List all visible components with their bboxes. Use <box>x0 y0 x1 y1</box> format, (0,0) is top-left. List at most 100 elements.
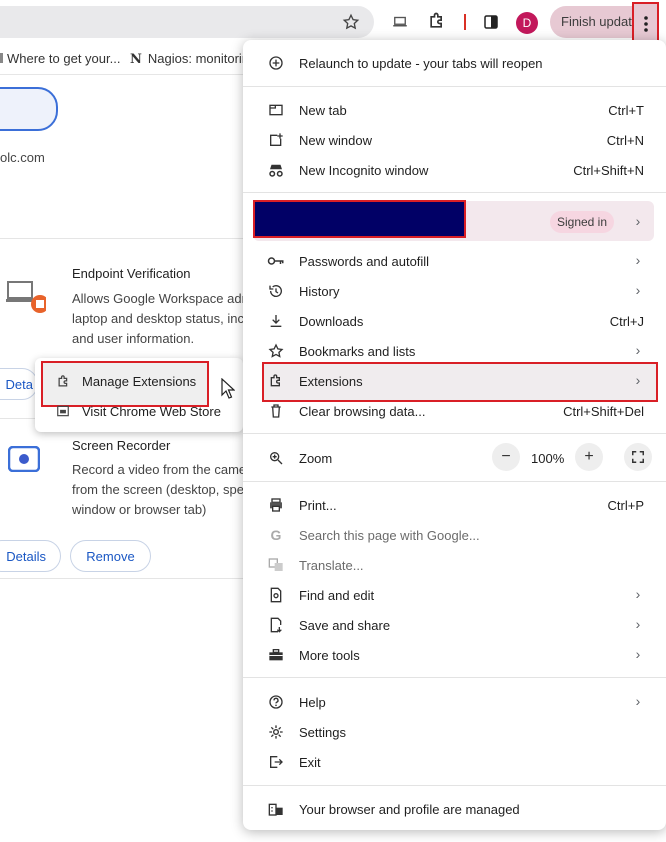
toolbar-divider <box>464 14 466 30</box>
settings-item[interactable]: Settings <box>299 725 346 740</box>
google-g-icon: G <box>270 527 282 543</box>
relaunch-item[interactable]: Relaunch to update - your tabs will reop… <box>299 56 543 71</box>
download-icon <box>267 312 285 330</box>
bookmark-star-icon[interactable] <box>341 12 361 32</box>
find-edit-item[interactable]: Find and edit <box>299 588 374 603</box>
chevron-right-icon: › <box>635 213 641 229</box>
new-window-item[interactable]: New window <box>299 133 372 148</box>
endpoint-details-button[interactable]: Deta <box>0 368 38 400</box>
printer-icon <box>267 496 285 514</box>
zoom-in-button[interactable]: + <box>575 443 603 471</box>
menu-separator <box>243 785 666 786</box>
search-field-fragment[interactable] <box>0 87 58 131</box>
menu-separator <box>243 192 666 193</box>
bookmarks-item[interactable]: Bookmarks and lists <box>299 344 415 359</box>
recorder-details-button[interactable]: Details <box>0 540 61 572</box>
puzzle-icon <box>54 372 72 390</box>
incognito-item[interactable]: New Incognito window <box>299 163 428 178</box>
translate-item[interactable]: Translate... <box>299 558 364 573</box>
recorder-desc-line: from the screen (desktop, spe <box>72 482 244 497</box>
new-tab-shortcut: Ctrl+T <box>608 103 644 118</box>
extensions-item[interactable]: Extensions <box>299 374 363 389</box>
zoom-value: 100% <box>531 451 565 466</box>
menu-separator <box>243 86 666 87</box>
new-window-shortcut: Ctrl+N <box>606 133 644 148</box>
print-shortcut: Ctrl+P <box>607 498 644 513</box>
chrome-menu-button[interactable] <box>632 2 659 45</box>
chevron-right-icon: › <box>635 693 641 709</box>
save-share-icon <box>267 616 285 634</box>
chevron-right-icon: › <box>635 282 641 298</box>
endpoint-desc-line: and user information. <box>72 331 195 346</box>
print-item[interactable]: Print... <box>299 498 337 513</box>
extensions-puzzle-icon[interactable] <box>427 11 447 31</box>
zoom-out-button[interactable]: − <box>492 443 520 471</box>
endpoint-desc-line: laptop and desktop status, inc <box>72 311 245 326</box>
mouse-cursor-icon <box>221 377 236 400</box>
recorder-remove-button[interactable]: Remove <box>70 540 151 572</box>
menu-separator <box>243 433 666 434</box>
fullscreen-button[interactable] <box>624 443 652 471</box>
incognito-icon <box>267 161 285 179</box>
downloads-item[interactable]: Downloads <box>299 314 363 329</box>
card-divider <box>0 238 243 239</box>
puzzle-icon <box>267 372 285 390</box>
find-page-icon <box>267 586 285 604</box>
bookmark-item[interactable]: N Nagios: monitorin <box>130 51 249 67</box>
web-store-icon <box>54 402 72 420</box>
history-icon <box>267 282 285 300</box>
chevron-right-icon: › <box>635 616 641 632</box>
menu-separator <box>243 481 666 482</box>
zoom-icon <box>267 449 285 467</box>
bookmark-favicon-icon <box>0 53 3 63</box>
profile-avatar[interactable]: D <box>516 12 538 34</box>
recorder-desc-line: window or browser tab) <box>72 502 207 517</box>
gear-icon <box>267 723 285 741</box>
managed-building-icon <box>267 800 285 818</box>
chevron-right-icon: › <box>635 342 641 358</box>
toolbox-icon <box>267 646 285 664</box>
side-panel-icon[interactable] <box>481 12 501 32</box>
chevron-right-icon: › <box>635 646 641 662</box>
save-share-item[interactable]: Save and share <box>299 618 390 633</box>
chrome-main-menu <box>243 40 666 830</box>
manage-extensions-item[interactable]: Manage Extensions <box>82 374 196 389</box>
exit-item[interactable]: Exit <box>299 755 321 770</box>
search-with-google-item[interactable]: Search this page with Google... <box>299 528 480 543</box>
zoom-label: Zoom <box>299 451 333 466</box>
visit-web-store-item[interactable]: Visit Chrome Web Store <box>82 404 221 419</box>
address-bar[interactable] <box>0 6 374 38</box>
star-icon <box>267 342 285 360</box>
chevron-right-icon: › <box>635 372 641 388</box>
exit-icon <box>267 753 285 771</box>
screen-recorder-icon <box>7 445 41 473</box>
managed-notice-item[interactable]: Your browser and profile are managed <box>299 802 520 817</box>
clear-browsing-item[interactable]: Clear browsing data... <box>299 404 425 419</box>
passwords-item[interactable]: Passwords and autofill <box>299 254 429 269</box>
laptop-icon[interactable] <box>390 12 410 32</box>
endpoint-title: Endpoint Verification <box>72 266 191 281</box>
finish-update-button[interactable]: Finish update <box>550 6 640 38</box>
endpoint-desc-line: Allows Google Workspace adr <box>72 291 246 306</box>
incognito-shortcut: Ctrl+Shift+N <box>573 163 644 178</box>
chevron-right-icon: › <box>635 586 641 602</box>
history-item[interactable]: History <box>299 284 339 299</box>
fullscreen-icon <box>632 451 644 463</box>
clear-browsing-shortcut: Ctrl+Shift+Del <box>563 404 644 419</box>
new-window-icon <box>267 131 285 149</box>
trash-icon <box>267 402 285 420</box>
card-divider <box>0 578 243 579</box>
key-icon <box>267 252 285 270</box>
signed-in-badge: Signed in <box>550 211 614 233</box>
chevron-right-icon: › <box>635 252 641 268</box>
menu-separator <box>243 677 666 678</box>
translate-icon <box>267 556 285 574</box>
bookmark-item[interactable]: Where to get your... <box>0 51 120 66</box>
downloads-shortcut: Ctrl+J <box>609 314 644 329</box>
recorder-title: Screen Recorder <box>72 438 171 453</box>
new-tab-icon <box>267 101 285 119</box>
recorder-desc-line: Record a video from the came <box>72 462 247 477</box>
new-tab-item[interactable]: New tab <box>299 103 347 118</box>
more-tools-item[interactable]: More tools <box>299 648 360 663</box>
help-item[interactable]: Help <box>299 695 326 710</box>
